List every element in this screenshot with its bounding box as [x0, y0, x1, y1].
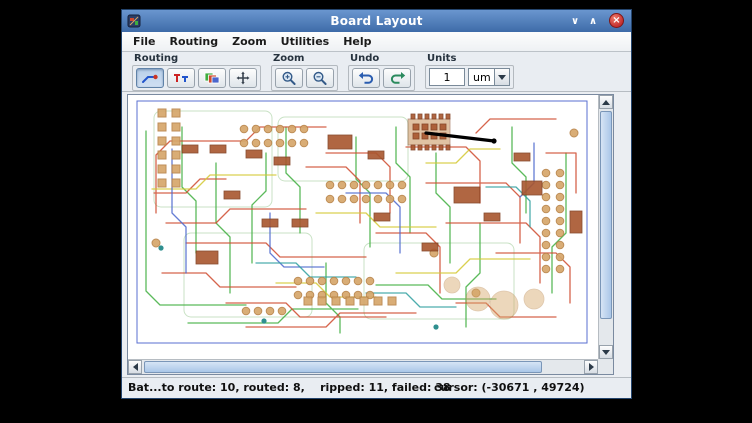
zoom-in-button[interactable] [275, 68, 303, 88]
redo-icon [389, 71, 406, 85]
close-button[interactable]: × [609, 13, 624, 28]
scroll-left-button[interactable] [128, 360, 142, 374]
minimize-button[interactable]: ∨ [567, 13, 583, 29]
zoom-group: Zoom [271, 53, 338, 91]
autoroute-icon [172, 71, 190, 85]
chevron-down-icon [602, 350, 610, 355]
move-drag-button[interactable] [229, 68, 257, 88]
horizontal-scrollbar-thumb[interactable] [144, 361, 542, 373]
units-combobox[interactable]: um [468, 68, 510, 86]
maximize-button[interactable]: ∧ [585, 13, 601, 29]
cursor-position-text: cursor: (-30671 , 49724) [434, 381, 585, 394]
desktop-background: Board Layout ∨ ∧ × File Routing Zoom Uti… [0, 0, 752, 423]
board-layout-window: Board Layout ∨ ∧ × File Routing Zoom Uti… [121, 9, 632, 399]
units-value-input[interactable] [429, 68, 465, 86]
routing-group-label: Routing [134, 53, 261, 65]
menu-file[interactable]: File [126, 33, 163, 50]
zoom-in-icon [281, 71, 297, 86]
window-title: Board Layout [122, 14, 631, 28]
scroll-up-button[interactable] [599, 95, 613, 109]
menu-zoom[interactable]: Zoom [225, 33, 274, 50]
horizontal-scrollbar[interactable] [128, 359, 598, 374]
menu-help[interactable]: Help [336, 33, 378, 50]
autoroute-button[interactable] [167, 68, 195, 88]
undo-button[interactable] [352, 68, 380, 88]
zoom-out-button[interactable] [306, 68, 334, 88]
zoom-group-label: Zoom [273, 53, 338, 65]
toolbar: Routing [122, 52, 631, 92]
chevron-up-icon [602, 100, 610, 105]
vertical-scrollbar-thumb[interactable] [600, 111, 612, 319]
routing-group: Routing [132, 53, 261, 91]
units-combobox-arrow-button[interactable] [494, 68, 510, 86]
board-viewport[interactable] [128, 95, 598, 359]
scroll-right-button[interactable] [584, 360, 598, 374]
interactive-route-button[interactable] [136, 68, 164, 88]
undo-group-label: Undo [350, 53, 415, 65]
layers-icon [203, 71, 221, 85]
scroll-down-button[interactable] [599, 345, 613, 359]
redo-button[interactable] [383, 68, 411, 88]
units-group: Units um [425, 53, 514, 89]
chevron-right-icon [589, 363, 594, 371]
scrollbar-corner [598, 359, 613, 374]
status-bar: Bat...to route: 10, routed: 8, ripped: 1… [122, 377, 631, 398]
route-icon [141, 71, 159, 85]
vertical-scrollbar[interactable] [598, 95, 613, 359]
menu-bar: File Routing Zoom Utilities Help [122, 32, 631, 52]
route-status-text: Bat...to route: 10, routed: 8, ripped: 1… [128, 381, 451, 394]
move-icon [235, 71, 251, 85]
undo-icon [358, 71, 375, 85]
units-group-label: Units [427, 53, 514, 65]
pcb-drawing [128, 95, 598, 359]
units-combobox-value: um [468, 68, 494, 86]
board-canvas-panel [127, 94, 614, 375]
menu-utilities[interactable]: Utilities [274, 33, 337, 50]
display-options-button[interactable] [198, 68, 226, 88]
chevron-left-icon [133, 363, 138, 371]
menu-routing[interactable]: Routing [163, 33, 226, 50]
chevron-down-icon [498, 75, 506, 80]
undo-group: Undo [348, 53, 415, 91]
titlebar[interactable]: Board Layout ∨ ∧ × [122, 10, 631, 32]
zoom-out-icon [312, 71, 328, 86]
